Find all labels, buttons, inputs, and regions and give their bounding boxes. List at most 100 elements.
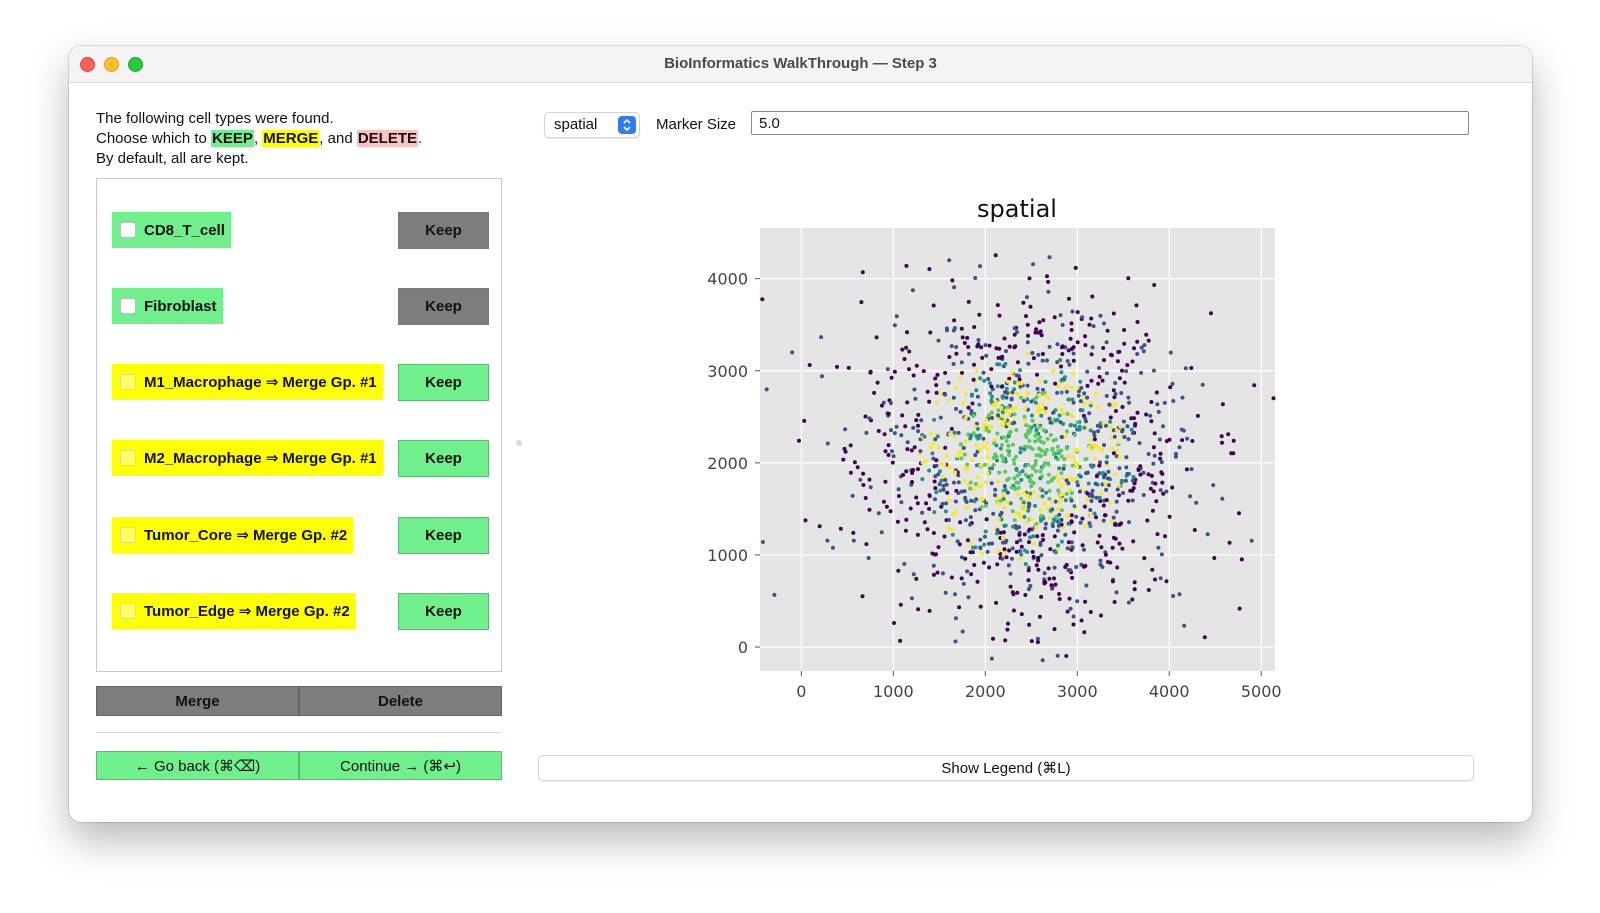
keep-button[interactable]: Keep <box>398 212 489 249</box>
scatter-point <box>883 479 888 484</box>
scatter-point <box>1080 516 1085 521</box>
scatter-point <box>982 534 987 539</box>
divider <box>96 732 500 733</box>
scatter-point <box>1061 421 1065 426</box>
scatter-point <box>1003 361 1008 366</box>
scatter-point <box>970 457 975 462</box>
scatter-point <box>927 493 932 498</box>
scatter-point <box>1042 501 1047 506</box>
scatter-point <box>1003 390 1007 395</box>
scatter-point <box>1150 567 1155 572</box>
scatter-point <box>1126 600 1131 605</box>
cell-type-label[interactable]: Tumor_Edge ⇒ Merge Gp. #2 <box>112 593 356 629</box>
embedding-select[interactable]: spatial <box>544 112 640 138</box>
cell-type-checkbox[interactable] <box>120 603 136 619</box>
scatter-point <box>1149 400 1154 404</box>
scatter-point <box>1059 364 1063 369</box>
cell-type-checkbox[interactable] <box>120 450 136 466</box>
scatter-point <box>988 466 993 471</box>
continue-button[interactable]: Continue → (⌘↩) <box>299 751 502 780</box>
cell-type-checkbox[interactable] <box>120 222 136 238</box>
scatter-point <box>1038 476 1043 481</box>
scatter-point <box>1025 383 1030 388</box>
scatter-point <box>980 355 985 360</box>
scatter-point <box>1039 594 1044 599</box>
scatter-point <box>1014 466 1019 471</box>
scatter-point <box>1061 466 1066 471</box>
scatter-point <box>1227 540 1232 545</box>
scatter-point <box>1151 368 1156 373</box>
scatter-point <box>1007 412 1012 416</box>
scatter-point <box>961 446 966 450</box>
splitter-handle[interactable] <box>516 440 522 446</box>
scatter-point <box>1028 304 1033 309</box>
keep-button[interactable]: Keep <box>398 288 489 325</box>
marker-size-input[interactable] <box>751 111 1469 135</box>
scatter-point <box>1016 492 1021 497</box>
cell-type-label[interactable]: CD8_T_cell <box>112 212 231 248</box>
keep-button[interactable]: Keep <box>398 593 489 630</box>
scatter-point <box>913 396 918 401</box>
scatter-point <box>1082 630 1087 635</box>
scatter-point <box>922 434 927 439</box>
instructions-and: , and <box>319 130 357 147</box>
scatter-point <box>1057 597 1062 601</box>
go-back-button[interactable]: ← Go back (⌘⌫) <box>96 751 299 780</box>
cell-type-checkbox[interactable] <box>120 298 136 314</box>
instructions: The following cell types were found. Cho… <box>96 109 422 169</box>
x-tick-label: 2000 <box>965 682 1006 701</box>
scatter-point <box>953 510 958 514</box>
scatter-point <box>981 427 986 432</box>
cell-type-label[interactable]: Fibroblast <box>112 288 223 324</box>
scatter-point <box>1018 446 1023 451</box>
scatter-point <box>1088 610 1093 614</box>
scatter-point <box>1089 378 1094 383</box>
scatter-point <box>995 303 1000 308</box>
scatter-point <box>1077 427 1082 432</box>
scatter-point <box>959 456 964 461</box>
keep-button[interactable]: Keep <box>398 517 489 554</box>
scatter-point <box>1011 608 1016 613</box>
cell-type-checkbox[interactable] <box>120 527 136 543</box>
keep-button[interactable]: Keep <box>398 440 489 477</box>
scatter-point <box>1271 396 1276 401</box>
scatter-point <box>1003 469 1008 474</box>
scatter-point <box>1041 440 1046 445</box>
delete-button[interactable]: Delete <box>299 686 502 716</box>
scatter-point <box>1185 436 1190 441</box>
show-legend-button[interactable]: Show Legend (⌘L) <box>538 755 1474 781</box>
cell-type-checkbox[interactable] <box>120 374 136 390</box>
instructions-line-3: By default, all are kept. <box>96 150 249 167</box>
scatter-point <box>1146 338 1151 343</box>
keep-button[interactable]: Keep <box>398 364 489 401</box>
scatter-point <box>1005 478 1009 483</box>
scatter-point <box>1029 516 1033 521</box>
scatter-point <box>1022 507 1027 512</box>
scatter-point <box>1170 381 1175 386</box>
scatter-point <box>1036 556 1041 560</box>
scatter-point <box>946 380 951 385</box>
scatter-point <box>1101 471 1106 475</box>
spatial-scatter-plot: spatial 0 1000 2000 3000 4000 5000 0 1000 2000 30… <box>707 195 1281 701</box>
scatter-point <box>968 522 973 527</box>
scatter-point <box>882 432 887 437</box>
scatter-point <box>1054 473 1059 478</box>
scatter-point <box>927 468 932 473</box>
scatter-point <box>1026 333 1030 338</box>
merge-button[interactable]: Merge <box>96 686 299 716</box>
cell-type-label[interactable]: Tumor_Core ⇒ Merge Gp. #2 <box>112 517 354 553</box>
scatter-point <box>1059 378 1064 383</box>
scatter-point <box>916 429 920 434</box>
scatter-point <box>860 270 865 275</box>
scatter-point <box>1003 638 1008 643</box>
scatter-point <box>975 579 980 584</box>
scatter-point <box>1105 328 1110 333</box>
cell-type-label[interactable]: M2_Macrophage ⇒ Merge Gp. #1 <box>112 440 383 476</box>
scatter-point <box>896 487 901 492</box>
scatter-point <box>934 400 939 405</box>
scatter-point <box>941 487 946 492</box>
scatter-point <box>1082 504 1087 509</box>
merge-keyword: MERGE <box>262 130 320 147</box>
cell-type-label[interactable]: M1_Macrophage ⇒ Merge Gp. #1 <box>112 364 383 400</box>
scatter-point <box>817 524 822 529</box>
